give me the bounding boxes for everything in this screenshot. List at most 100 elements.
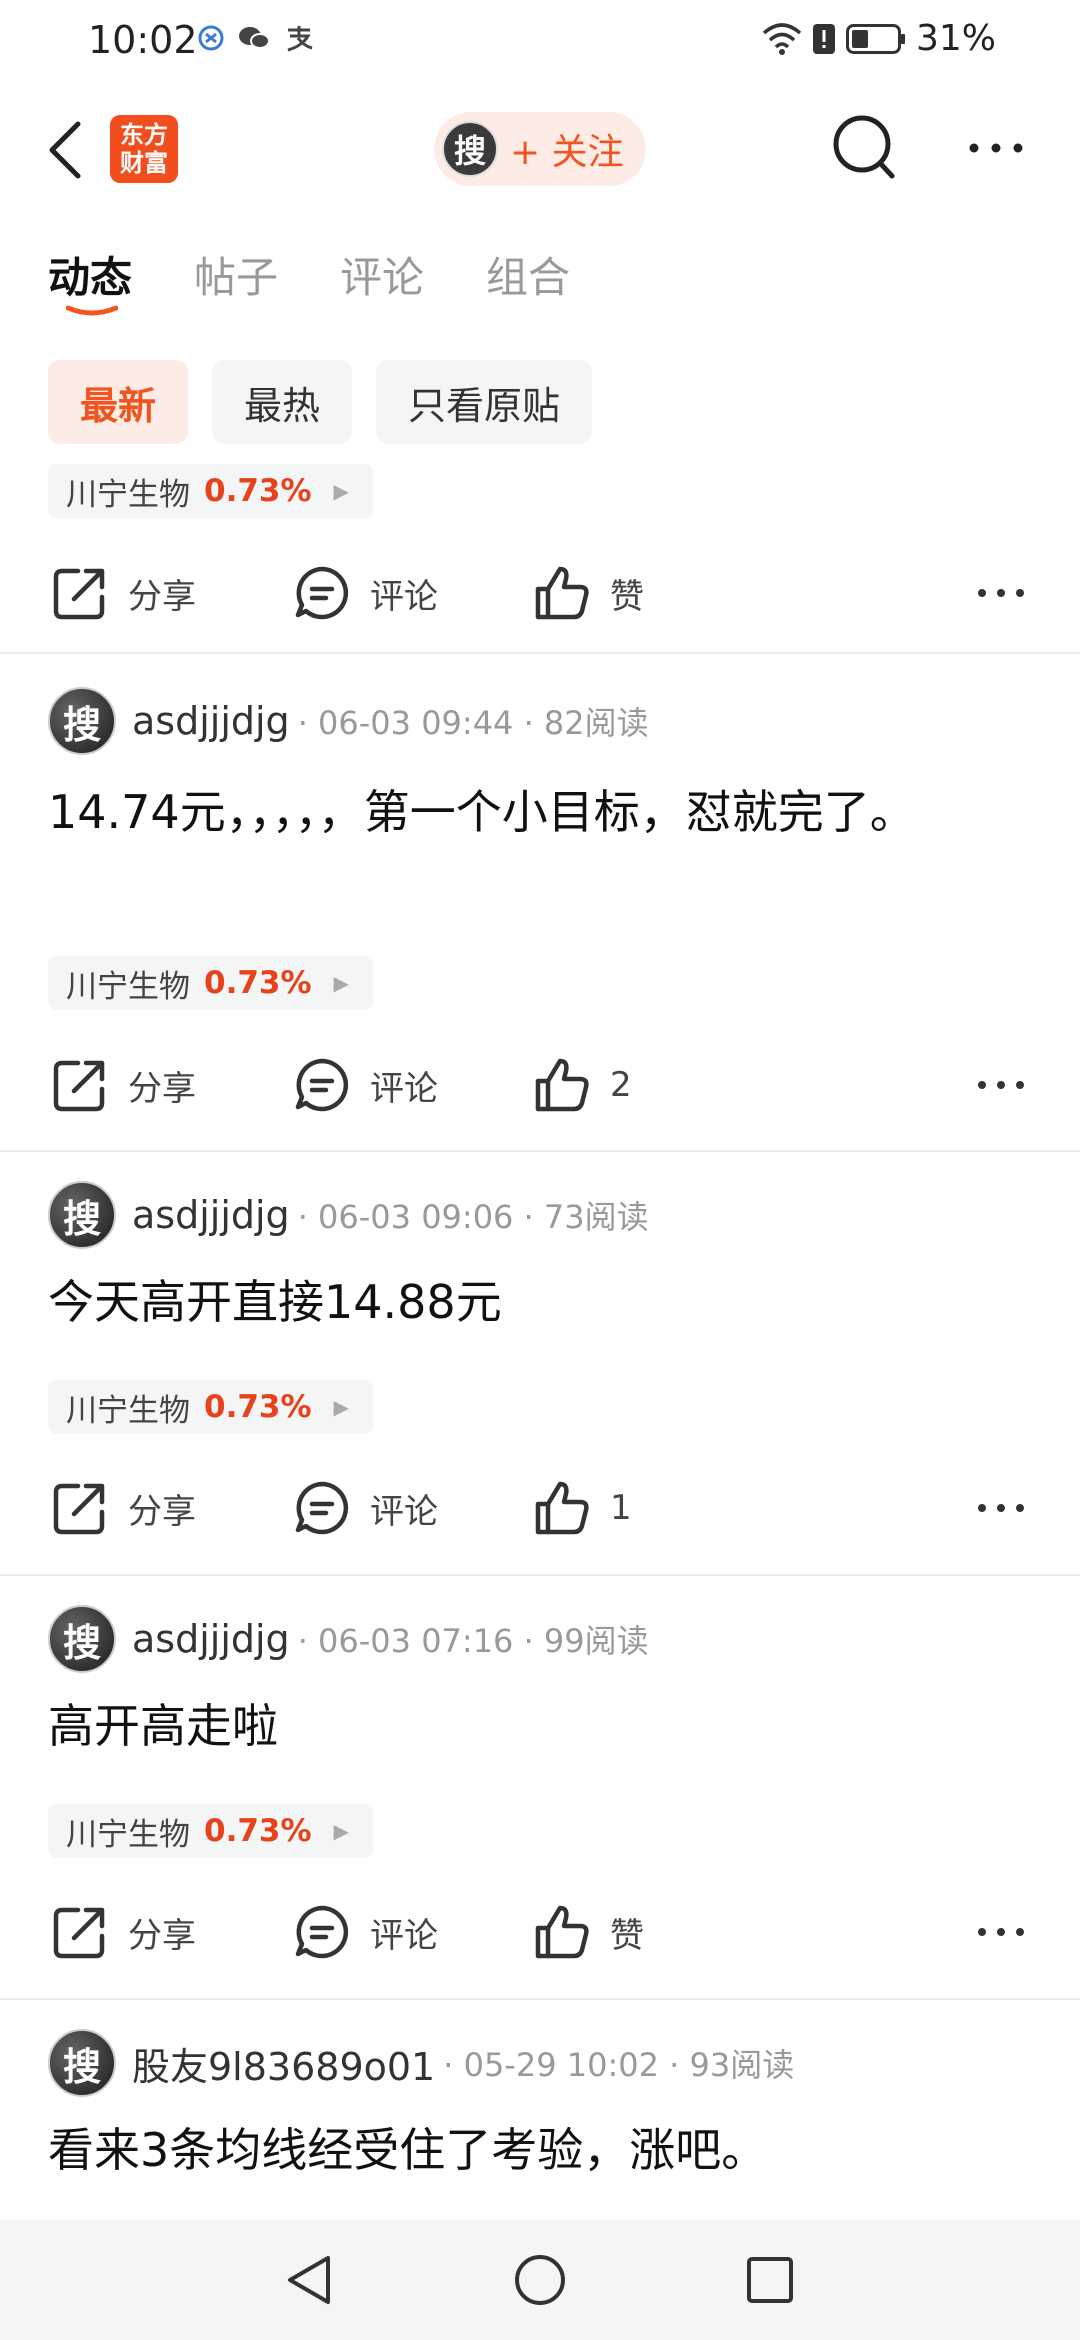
- thumbs-up-icon: [535, 566, 589, 620]
- comment-button[interactable]: 评论: [294, 1892, 438, 1972]
- author-name[interactable]: asdjjjdjg: [132, 1617, 290, 1661]
- share-button[interactable]: 分享: [52, 553, 196, 633]
- like-label: 赞: [610, 576, 644, 617]
- share-icon: [53, 1483, 105, 1535]
- filter-latest[interactable]: 最新: [48, 360, 189, 444]
- active-tab-indicator: [66, 305, 118, 316]
- post-header: 搜 股友9l83689o01 · 05-29 10:02 · 93阅读: [48, 2028, 794, 2098]
- back-arrow-icon[interactable]: [40, 116, 100, 184]
- comment-button[interactable]: 评论: [294, 553, 438, 633]
- stock-change-percent: 0.73%: [204, 965, 312, 1001]
- post-item[interactable]: 搜 asdjjjdjg · 06-03 09:44 · 82阅读 14.74元，…: [0, 656, 1080, 1152]
- search-icon[interactable]: [830, 112, 898, 184]
- sort-filters: 最新 最热 只看原贴: [48, 360, 593, 444]
- follow-button[interactable]: 搜 + 关注: [434, 112, 646, 186]
- stock-tag[interactable]: 川宁生物 0.73% ▶: [48, 1804, 373, 1858]
- tab-portfolio[interactable]: 组合: [486, 244, 570, 308]
- like-count: 1: [610, 1488, 632, 1528]
- status-right-icons: 31%: [762, 18, 996, 59]
- post-more-icon[interactable]: [976, 581, 1026, 605]
- tab-label: 组合: [486, 253, 571, 302]
- follow-label: + 关注: [510, 132, 624, 173]
- alipay-icon: [287, 26, 313, 52]
- stock-tag[interactable]: 川宁生物 0.73% ▶: [48, 956, 373, 1010]
- wechat-icon: [239, 27, 270, 49]
- post-more-icon[interactable]: [976, 1496, 1026, 1520]
- share-label: 分享: [128, 1068, 196, 1109]
- stock-name: 川宁生物: [66, 476, 190, 513]
- status-notification-icons: [198, 24, 314, 52]
- thumbs-up-icon: [535, 1481, 589, 1535]
- tab-comments[interactable]: 评论: [340, 244, 424, 308]
- status-bar: 10:02 31%: [0, 0, 1080, 84]
- tab-label: 评论: [340, 253, 425, 302]
- share-icon: [53, 1060, 105, 1112]
- share-icon: [53, 568, 105, 620]
- like-button[interactable]: 1: [534, 1468, 632, 1548]
- app-notification-icon: [198, 25, 224, 51]
- user-avatar: 搜: [442, 121, 498, 177]
- post-header: 搜 asdjjjdjg · 06-03 09:44 · 82阅读: [48, 686, 649, 756]
- battery-percent: 31%: [915, 18, 996, 59]
- tab-posts[interactable]: 帖子: [194, 244, 278, 308]
- like-button[interactable]: 赞: [534, 1892, 644, 1972]
- post-item[interactable]: 川宁生物 0.73% ▶ 分享 评论 赞: [0, 460, 1080, 654]
- share-button[interactable]: 分享: [52, 1045, 196, 1125]
- sim-alert-icon: [812, 23, 835, 54]
- share-button[interactable]: 分享: [52, 1892, 196, 1972]
- post-content[interactable]: 14.74元，，，，，第一个小目标，怼就完了。: [48, 776, 1038, 848]
- play-arrow-icon: ▶: [333, 1819, 349, 1843]
- nav-home-icon[interactable]: [510, 2250, 570, 2310]
- comment-label: 评论: [370, 1915, 438, 1956]
- post-actions: 分享 评论 赞: [0, 553, 1080, 633]
- like-label: 赞: [610, 1915, 644, 1956]
- logo-line1: 东方: [120, 121, 168, 149]
- avatar[interactable]: 搜: [48, 687, 116, 755]
- filter-original-only[interactable]: 只看原贴: [376, 360, 593, 444]
- more-options-icon[interactable]: [966, 130, 1026, 166]
- post-item[interactable]: 搜 asdjjjdjg · 06-03 09:06 · 73阅读 今天高开直接1…: [0, 1154, 1080, 1576]
- post-meta: · 05-29 10:02 · 93阅读: [443, 2046, 795, 2084]
- author-name[interactable]: 股友9l83689o01: [132, 2036, 435, 2091]
- stock-change-percent: 0.73%: [204, 1813, 312, 1849]
- thumbs-up-icon: [535, 1058, 589, 1112]
- stock-name: 川宁生物: [66, 1816, 190, 1853]
- share-label: 分享: [128, 1491, 196, 1532]
- comment-icon: [295, 1058, 349, 1112]
- author-name[interactable]: asdjjjdjg: [132, 699, 290, 743]
- comment-icon: [295, 566, 349, 620]
- eastmoney-logo: 东方 财富: [110, 115, 178, 183]
- share-button[interactable]: 分享: [52, 1468, 196, 1548]
- profile-tabs: 动态 帖子 评论 组合: [48, 244, 570, 316]
- comment-icon: [295, 1481, 349, 1535]
- comment-label: 评论: [370, 1068, 438, 1109]
- avatar[interactable]: 搜: [48, 1181, 116, 1249]
- status-time: 10:02: [88, 18, 198, 62]
- avatar[interactable]: 搜: [48, 1605, 116, 1673]
- post-actions: 分享 评论 1: [0, 1468, 1080, 1548]
- comment-button[interactable]: 评论: [294, 1045, 438, 1125]
- post-item[interactable]: 搜 asdjjjdjg · 06-03 07:16 · 99阅读 高开高走啦 川…: [0, 1578, 1080, 2000]
- tab-dynamics[interactable]: 动态: [48, 244, 132, 316]
- post-item[interactable]: 搜 股友9l83689o01 · 05-29 10:02 · 93阅读 看来3条…: [0, 2002, 1080, 2216]
- post-content[interactable]: 高开高走啦: [48, 1690, 1038, 1762]
- post-more-icon[interactable]: [976, 1073, 1026, 1097]
- post-content[interactable]: 今天高开直接14.88元: [48, 1266, 1038, 1338]
- author-name[interactable]: asdjjjdjg: [132, 1193, 290, 1237]
- avatar[interactable]: 搜: [48, 2029, 116, 2097]
- like-button[interactable]: 赞: [534, 553, 644, 633]
- stock-tag[interactable]: 川宁生物 0.73% ▶: [48, 1380, 373, 1434]
- nav-recents-icon[interactable]: [740, 2250, 800, 2310]
- nav-back-icon[interactable]: [280, 2250, 340, 2310]
- stock-tag[interactable]: 川宁生物 0.73% ▶: [48, 464, 373, 518]
- filter-hottest[interactable]: 最热: [212, 360, 353, 444]
- like-button[interactable]: 2: [534, 1045, 632, 1125]
- comment-button[interactable]: 评论: [294, 1468, 438, 1548]
- post-more-icon[interactable]: [976, 1920, 1026, 1944]
- post-content[interactable]: 看来3条均线经受住了考验，涨吧。: [48, 2114, 1038, 2186]
- stock-change-percent: 0.73%: [204, 473, 312, 509]
- post-meta: · 06-03 09:44 · 82阅读: [297, 704, 649, 742]
- post-meta: · 06-03 09:06 · 73阅读: [297, 1198, 649, 1236]
- play-arrow-icon: ▶: [333, 971, 349, 995]
- share-icon: [53, 1907, 105, 1959]
